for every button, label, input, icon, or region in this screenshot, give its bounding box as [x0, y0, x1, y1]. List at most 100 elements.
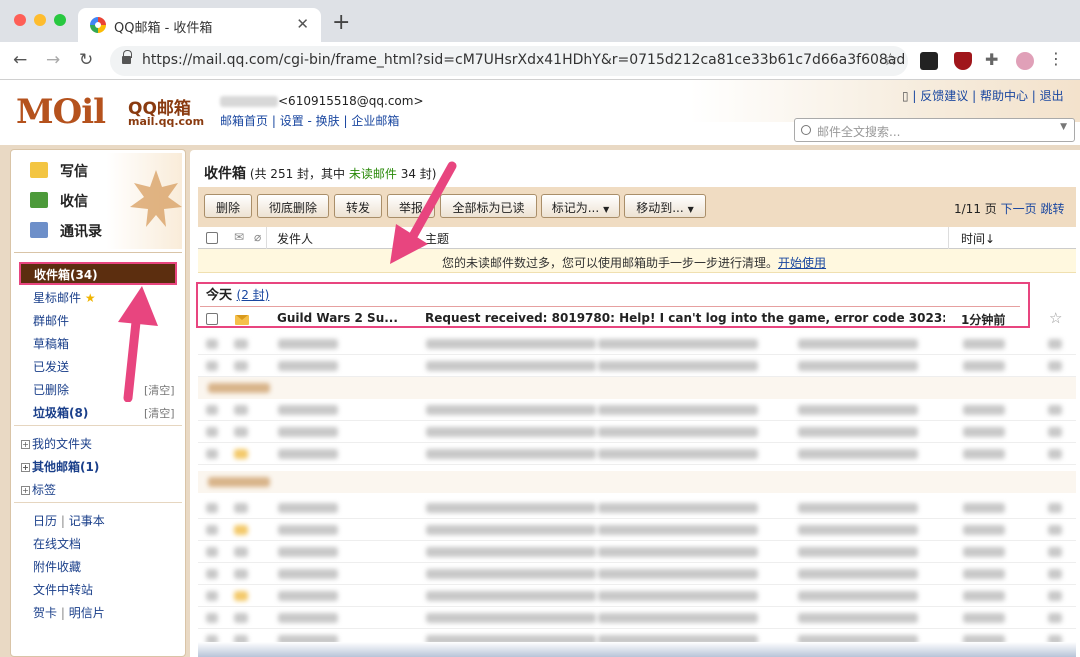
sender-column[interactable]: 发件人 [277, 230, 313, 247]
blurred-text [963, 405, 1005, 415]
permanent-delete-button[interactable]: 彻底删除 [257, 194, 329, 218]
blurred-text [278, 405, 338, 415]
blurred-text [234, 591, 248, 601]
browser-tab[interactable]: QQ邮箱 - 收件箱 ✕ [78, 8, 321, 42]
folder-drafts[interactable]: 草稿箱 [33, 335, 69, 352]
link-skin[interactable]: 换肤 [316, 114, 340, 128]
blurred-text [426, 547, 596, 557]
email-time: 1分钟前 [961, 313, 1006, 327]
forward-button[interactable]: 转发 [334, 194, 382, 218]
folder-sent[interactable]: 已发送 [33, 358, 69, 375]
move-to-label: 移动到... [636, 201, 684, 215]
url-bar[interactable]: https://mail.qq.com/cgi-bin/frame_html?s… [110, 46, 908, 76]
folder-starred[interactable]: 星标邮件 ★ [33, 289, 96, 306]
search-input[interactable]: 邮件全文搜索... ▼ [794, 118, 1075, 142]
blurred-text [234, 449, 248, 459]
link-attachments[interactable]: 附件收藏 [33, 558, 81, 575]
select-all-checkbox[interactable] [206, 232, 218, 244]
delete-button[interactable]: 删除 [204, 194, 252, 218]
logo[interactable]: MOil [16, 92, 106, 132]
extension-icon[interactable] [920, 52, 938, 70]
contacts-label: 通讯录 [60, 224, 102, 240]
menu-dots-icon[interactable]: ⋮ [1048, 49, 1066, 68]
tags-label: 标签 [32, 483, 57, 497]
attachment-column-icon: ⌀ [254, 230, 262, 244]
mark-as-button[interactable]: 标记为... ▼ [541, 194, 620, 218]
minimize-window-icon[interactable] [34, 14, 46, 26]
link-docs[interactable]: 在线文档 [33, 535, 81, 552]
blurred-text [278, 427, 338, 437]
blurred-text [598, 569, 758, 579]
chevron-down-icon[interactable]: ▼ [1060, 122, 1067, 132]
account-email: <610915518@qq.com> [278, 94, 424, 108]
link-home[interactable]: 邮箱首页 [220, 114, 268, 128]
folder-groups[interactable]: 群邮件 [33, 312, 69, 329]
link-calendar[interactable]: 日历 [33, 514, 57, 528]
expand-icon[interactable]: + [21, 440, 30, 449]
row-checkbox[interactable] [206, 313, 218, 325]
blurred-group-header [198, 377, 1076, 399]
star-icon[interactable]: ☆ [1049, 309, 1062, 327]
column-header [198, 227, 1076, 249]
blurred-text [963, 547, 1005, 557]
back-icon[interactable]: ← [13, 50, 27, 70]
blurred-text [963, 503, 1005, 513]
link-feedback[interactable]: 反馈建议 [920, 89, 968, 103]
jump-link[interactable]: 跳转 [1040, 202, 1064, 216]
blurred-text [1048, 449, 1062, 459]
link-cards[interactable]: 贺卡 [33, 606, 57, 620]
folder-deleted[interactable]: 已删除 [33, 381, 69, 398]
blurred-text [1048, 525, 1062, 535]
blurred-text [278, 547, 338, 557]
blurred-text [206, 503, 218, 513]
starred-label: 星标邮件 [33, 291, 82, 305]
move-to-button[interactable]: 移动到... ▼ [624, 194, 706, 218]
blurred-text [426, 405, 596, 415]
blurred-text [208, 477, 270, 487]
blurred-text [206, 591, 218, 601]
time-column[interactable]: 时间↓ [961, 230, 995, 247]
phone-icon[interactable]: ▯ [902, 89, 909, 103]
link-file-transfer[interactable]: 文件中转站 [33, 581, 93, 598]
link-help[interactable]: 帮助中心 [980, 89, 1028, 103]
avatar[interactable] [1016, 52, 1034, 70]
link-settings[interactable]: 设置 [280, 114, 304, 128]
other-mail[interactable]: + 其他邮箱(1) [21, 458, 99, 475]
link-notes[interactable]: 记事本 [69, 514, 105, 528]
blurred-text [798, 427, 918, 437]
reload-icon[interactable]: ↻ [79, 50, 93, 70]
table-row[interactable]: Guild Wars 2 Su... Request received: 801… [200, 309, 1076, 331]
folder-spam[interactable]: 垃圾箱(8) [33, 404, 88, 421]
today-group-header: 今天 (2 封) [206, 284, 269, 303]
link-postcards[interactable]: 明信片 [69, 606, 105, 620]
compose-icon [30, 162, 48, 178]
clear-spam-link[interactable]: [清空] [144, 405, 175, 421]
close-tab-icon[interactable]: ✕ [296, 15, 309, 33]
blurred-text [1048, 503, 1062, 513]
blurred-text [963, 449, 1005, 459]
blurred-table-row [198, 355, 1076, 377]
ublock-icon[interactable] [954, 52, 972, 70]
my-folders[interactable]: + 我的文件夹 [21, 435, 92, 452]
expand-icon[interactable]: + [21, 463, 30, 472]
bottom-fade [198, 642, 1076, 657]
divider [14, 502, 182, 503]
expand-icon[interactable]: + [21, 486, 30, 495]
address-toolbar: ← → ↻ https://mail.qq.com/cgi-bin/frame_… [0, 42, 1080, 80]
today-count-link[interactable]: (2 封) [237, 288, 270, 302]
link-logout[interactable]: 退出 [1040, 89, 1064, 103]
start-cleanup-link[interactable]: 开始使用 [778, 256, 826, 270]
extensions-puzzle-icon[interactable]: ✚ [985, 50, 1003, 69]
link-enterprise[interactable]: 企业邮箱 [351, 114, 399, 128]
close-window-icon[interactable] [14, 14, 26, 26]
contacts-icon [30, 222, 48, 238]
maximize-window-icon[interactable] [54, 14, 66, 26]
new-tab-icon[interactable]: + [332, 10, 350, 35]
forward-icon[interactable]: → [46, 50, 60, 70]
blurred-text [234, 427, 248, 437]
tags[interactable]: + 标签 [21, 481, 56, 498]
blurred-text [206, 339, 218, 349]
blurred-text [798, 569, 918, 579]
bookmark-star-icon[interactable]: ☆ [883, 50, 898, 70]
next-page-link[interactable]: 下一页 [1001, 202, 1037, 216]
